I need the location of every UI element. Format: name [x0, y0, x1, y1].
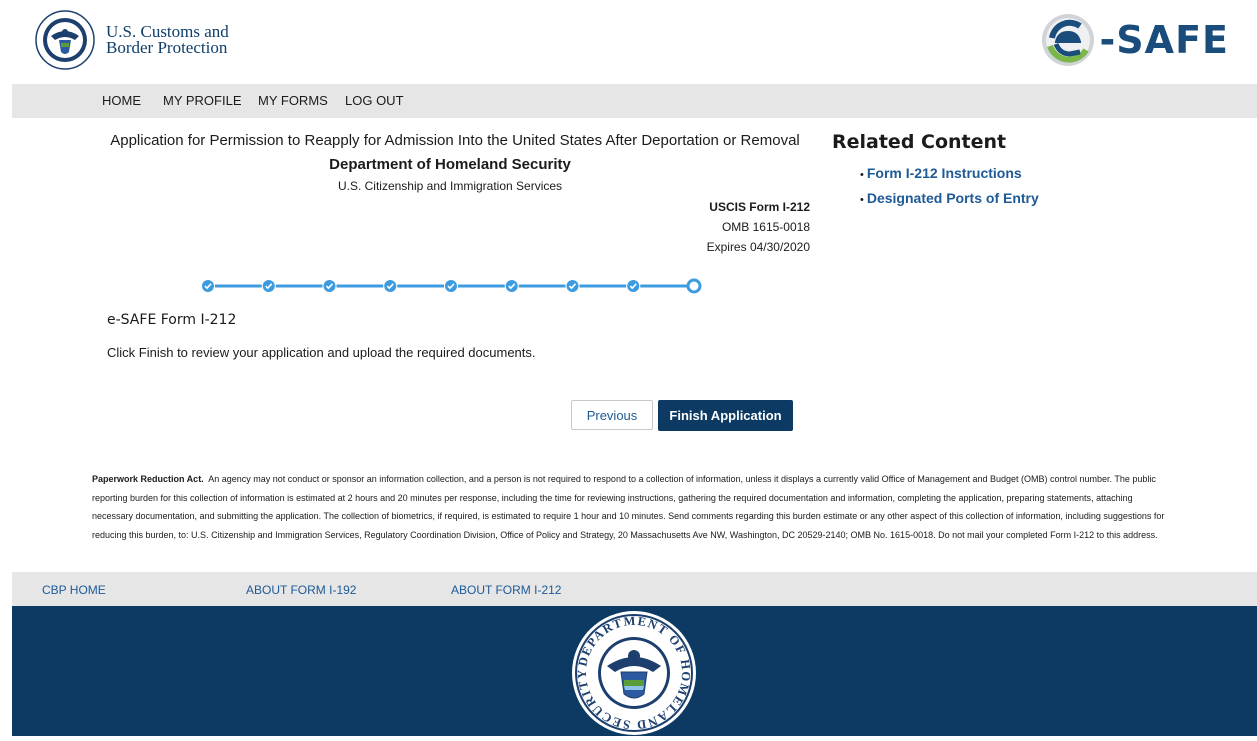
- agency-name-line2: Border Protection: [106, 38, 228, 57]
- step-complete-icon: [262, 280, 275, 292]
- footer-link-about-i192[interactable]: ABOUT FORM I-192: [246, 583, 356, 597]
- esafe-logo: -SAFE: [1040, 12, 1229, 68]
- stepper-graphic: [202, 278, 702, 294]
- esafe-globe-icon: [1041, 14, 1094, 66]
- step-complete-icon: [445, 280, 457, 292]
- instruction-text: Click Finish to review your application …: [107, 345, 536, 360]
- link-form-i212-instructions[interactable]: Form I-212 Instructions: [867, 165, 1022, 181]
- related-item: • Form I-212 Instructions: [860, 165, 1022, 181]
- step-complete-icon: [323, 280, 336, 292]
- expiration-date: Expires 04/30/2020: [706, 240, 810, 254]
- nav-my-forms[interactable]: MY FORMS: [258, 93, 328, 108]
- related-item: • Designated Ports of Entry: [860, 190, 1039, 206]
- step-complete-icon: [566, 280, 579, 292]
- footer-navigation: CBP HOME ABOUT FORM I-192 ABOUT FORM I-2…: [12, 572, 1257, 606]
- step-current-icon: [686, 278, 702, 294]
- step-complete-icon: [505, 280, 518, 292]
- agency-name: U.S. Customs and Border Protection: [106, 23, 229, 57]
- paperwork-label: Paperwork Reduction Act.: [92, 474, 204, 484]
- form-name: e-SAFE Form I-212: [107, 312, 237, 328]
- link-designated-ports-of-entry[interactable]: Designated Ports of Entry: [867, 190, 1039, 206]
- progress-stepper: [198, 276, 708, 296]
- finish-application-button[interactable]: Finish Application: [658, 400, 793, 431]
- related-content-heading: Related Content: [832, 131, 1007, 153]
- nav-log-out[interactable]: LOG OUT: [345, 93, 404, 108]
- nav-home[interactable]: HOME: [102, 93, 141, 108]
- agency-subtitle: U.S. Citizenship and Immigration Service…: [337, 179, 563, 193]
- paperwork-text: An agency may not conduct or sponsor an …: [92, 474, 1165, 540]
- related-content-list: • Form I-212 Instructions • Designated Por…: [860, 162, 1039, 212]
- department-name: Department of Homeland Security: [329, 156, 571, 173]
- step-complete-icon: [627, 280, 640, 292]
- esafe-logo-text: -SAFE: [1099, 18, 1229, 62]
- omb-number: OMB 1615-0018: [721, 220, 810, 234]
- form-identifier: USCIS Form I-212 OMB 1615-0018 Expires 0…: [707, 197, 810, 257]
- dhs-seal-footer: DEPARTMENT OF HOMELAND SECURITY: [571, 610, 697, 736]
- previous-button[interactable]: Previous: [571, 400, 653, 430]
- step-complete-icon: [384, 280, 397, 292]
- form-title: Application for Permission to Reapply fo…: [110, 132, 800, 149]
- footer-link-about-i212[interactable]: ABOUT FORM I-212: [451, 583, 561, 597]
- form-number: USCIS Form I-212: [709, 200, 810, 214]
- dhs-seal-logo: [35, 10, 95, 70]
- step-complete-icon: [202, 280, 214, 292]
- nav-my-profile[interactable]: MY PROFILE: [163, 93, 242, 108]
- paperwork-reduction-notice: Paperwork Reduction Act. An agency may n…: [92, 470, 1172, 544]
- top-navigation: HOME MY PROFILE MY FORMS LOG OUT: [12, 84, 1257, 118]
- footer-link-cbp-home[interactable]: CBP HOME: [42, 583, 106, 597]
